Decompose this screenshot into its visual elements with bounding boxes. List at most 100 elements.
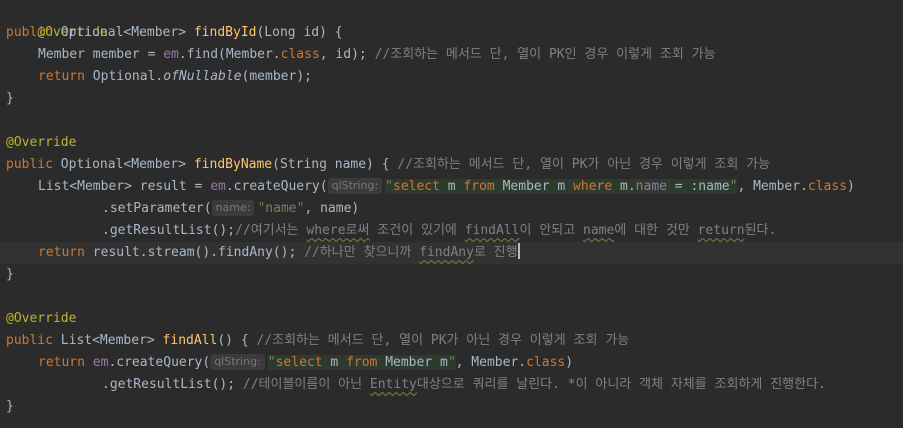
text-caret	[517, 243, 520, 259]
code-text: List<Member> result =	[38, 179, 211, 194]
method-params: (Long id) {	[256, 25, 343, 40]
code-line-10: .setParameter(name: "name", name)	[6, 198, 359, 220]
code-line-18: .getResultList(); //테이블이름이 아닌 Entity대상으로…	[6, 374, 826, 396]
annotation: @Override	[6, 135, 77, 150]
comment: //조회하는 메서드 단, 열이 PK가 아닌 경우 이렇게 조회 가능	[248, 333, 630, 348]
jpql-field: name	[635, 179, 667, 194]
jpql-string: "select m from Member m"	[267, 355, 456, 370]
comment-typo: return	[697, 223, 745, 238]
code-text: )	[847, 179, 855, 194]
comment-typo: Entity	[369, 377, 417, 392]
comment: //조회하는 메서드 단, 열이 PK인 경우 이렇게 조회 가능	[366, 47, 716, 62]
code-text: .createQuery(	[225, 179, 328, 194]
annotation: @Override	[6, 311, 77, 326]
comment: //조회하는 메서드 단, 열이 PK가 아닌 경우 이렇게 조회 가능	[389, 157, 771, 172]
comment: //테이블이름이 아닌	[235, 377, 370, 392]
code-line-2: public Optional<Member> findById(Long id…	[6, 22, 343, 44]
jpql-text: Member m	[377, 355, 448, 370]
comment-typo: findAll	[464, 223, 520, 238]
quote: "	[447, 355, 456, 370]
code-text: Optional.	[84, 69, 164, 84]
code-text: Member member =	[38, 47, 164, 62]
code-text: .getResultList();	[102, 223, 236, 238]
code-text: , Member.	[455, 355, 527, 370]
keyword-return: return	[38, 245, 85, 260]
return-type: List<Member>	[60, 333, 155, 348]
code-line-8: public Optional<Member> findByName(Strin…	[6, 154, 770, 176]
jpql-text: Member m	[494, 179, 574, 194]
code-line-4: return Optional.ofNullable(member);	[6, 66, 312, 88]
comment-typo: name	[583, 223, 615, 238]
jpql-keyword: from	[346, 355, 378, 370]
keyword-public: public	[6, 157, 53, 172]
code-line-15: @Override	[6, 308, 76, 330]
field-em: em	[163, 47, 179, 62]
closing-brace: }	[6, 91, 14, 106]
code-text: , name)	[304, 201, 360, 216]
keyword-class: class	[526, 355, 566, 370]
keyword-return: return	[38, 69, 85, 84]
code-text: .createQuery(	[108, 355, 211, 370]
jpql-text: = :name	[666, 179, 730, 194]
code-line-7: @Override	[6, 132, 76, 154]
method-params: () {	[217, 333, 249, 348]
jpql-string: "select m from Member m where m.name = :…	[385, 179, 738, 194]
comment: 대상으로 쿼리를 날린다. *이 아니라 객체 자체를 조회하게 진행한다.	[416, 377, 826, 392]
comment: //여기서는	[235, 223, 307, 238]
code-line-19: }	[6, 396, 14, 418]
field-em: em	[210, 179, 226, 194]
comment: 된다.	[744, 223, 777, 238]
quote: "	[267, 355, 276, 370]
method-params: (String name) {	[272, 157, 390, 172]
return-type: Optional<Member>	[60, 25, 187, 40]
keyword-class: class	[280, 47, 320, 62]
code-text: , Member.	[737, 179, 808, 194]
code-line-13: }	[6, 264, 14, 286]
quote: "	[385, 179, 393, 194]
parameter-hint: qlString:	[327, 178, 383, 194]
parameter-hint: name:	[211, 200, 255, 216]
method-name: findAll	[162, 333, 218, 348]
code-line-17: return em.createQuery(qlString: "select m…	[6, 352, 573, 374]
jpql-keyword: select	[275, 355, 323, 370]
code-text: , id);	[319, 47, 367, 62]
code-text: )	[565, 355, 574, 370]
jpql-keyword: select	[393, 179, 440, 194]
code-line-12: return result.stream().findAny(); //하나만 …	[6, 242, 520, 264]
parameter-hint: qlString:	[210, 354, 265, 370]
code-text: .find(Member.	[178, 47, 281, 62]
code-text: .getResultList();	[102, 377, 236, 392]
code-text: (member);	[241, 69, 312, 84]
closing-brace: }	[6, 267, 14, 282]
code-text: .setParameter(	[102, 201, 212, 216]
jpql-text: m	[439, 179, 464, 194]
code-line-5: }	[6, 88, 14, 110]
keyword-public: public	[6, 25, 53, 40]
comment-typo: where로써	[306, 223, 370, 238]
comment: 이 안되고	[519, 223, 583, 238]
string-literal: "name"	[257, 201, 305, 216]
code-line-16: public List<Member> findAll() { //조회하는 메…	[6, 330, 629, 352]
keyword-public: public	[6, 333, 53, 348]
jpql-keyword: from	[463, 179, 495, 194]
jpql-text: m	[322, 355, 347, 370]
static-method: ofNullable	[163, 69, 242, 84]
code-line-3: Member member = em.find(Member.class, id…	[6, 44, 716, 66]
comment: 에 대한 것만	[614, 223, 698, 238]
field-em: em	[92, 355, 109, 370]
return-type: Optional<Member>	[60, 157, 187, 172]
code-line-1: @Override	[6, 0, 107, 40]
comment: //하나만 찾으니까	[296, 245, 420, 260]
method-name: findById	[193, 25, 257, 40]
code-text: result.stream().findAny();	[84, 245, 297, 260]
closing-brace: }	[6, 399, 14, 414]
comment: 조건이 있기에	[369, 223, 465, 238]
jpql-text: m.	[612, 179, 636, 194]
jpql-keyword: where	[573, 179, 613, 194]
code-line-11: .getResultList();//여기서는 where로써 조건이 있기에 …	[6, 220, 776, 242]
keyword-class: class	[807, 179, 848, 194]
code-editor[interactable]: @Override public Optional<Member> findBy…	[0, 0, 903, 428]
method-name: findByName	[193, 157, 273, 172]
keyword-return: return	[38, 355, 85, 370]
